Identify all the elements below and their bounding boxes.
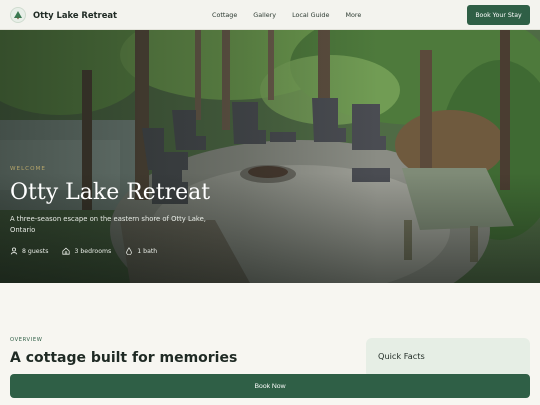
fact-guests: 8 guests — [10, 247, 48, 255]
hero-eyebrow: Welcome — [10, 166, 46, 172]
nav-link-local-guide[interactable]: Local Guide — [292, 11, 329, 19]
fact-guests-label: 8 guests — [22, 247, 49, 255]
nav-link-cottage[interactable]: Cottage — [212, 11, 237, 19]
bath-drop-icon — [126, 247, 133, 255]
hero-subtitle: A three-season escape on the eastern sho… — [10, 215, 206, 234]
hero-section: Welcome Otty Lake Retreat A three-season… — [0, 30, 540, 283]
overview-label: Overview — [10, 337, 43, 343]
fact-bath-label: 1 bath — [137, 247, 158, 255]
overview-title: A cottage built for memories — [10, 350, 238, 366]
quick-facts-title: Quick Facts — [378, 351, 425, 361]
brand-name[interactable]: Otty Lake Retreat — [33, 10, 117, 20]
fact-bedrooms: 3 bedrooms — [62, 247, 111, 255]
fact-bath: 1 bath — [125, 247, 157, 255]
logo-icon[interactable] — [10, 6, 26, 23]
main-nav: Cottage Gallery Local Guide More — [212, 0, 377, 30]
site-header: Otty Lake Retreat Cottage Gallery Local … — [0, 0, 540, 30]
home-icon — [62, 247, 71, 255]
quick-facts-card: Quick Facts — [366, 338, 530, 378]
hero-facts: 8 guests 3 bedrooms 1 bath — [10, 247, 171, 255]
guests-icon — [10, 247, 18, 255]
nav-link-more[interactable]: More — [345, 11, 361, 19]
fact-bedrooms-label: 3 bedrooms — [74, 247, 112, 255]
book-now-button[interactable]: Book Now — [10, 374, 530, 398]
book-your-stay-button[interactable]: Book Your Stay — [467, 5, 530, 25]
hero-title: Otty Lake Retreat — [10, 180, 211, 205]
nav-link-gallery[interactable]: Gallery — [253, 11, 276, 19]
